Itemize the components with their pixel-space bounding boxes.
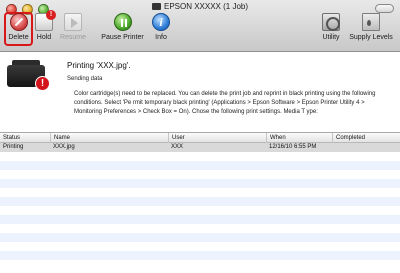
empty-row (0, 188, 400, 197)
utility-button[interactable]: Utility (318, 13, 344, 42)
utility-label: Utility (322, 34, 340, 41)
empty-row (0, 179, 400, 188)
cell-name: XXX.jpg (53, 144, 75, 150)
current-job-panel: ! Printing 'XXX.jpg'. Sending data Color… (0, 52, 400, 132)
column-header-when[interactable]: When (266, 133, 332, 143)
cell-status: Printing (3, 144, 24, 150)
delete-icon (9, 13, 28, 31)
empty-row (0, 152, 400, 161)
table-row[interactable]: Printing XXX.jpg XXX 12/16/10 6:55 PM (0, 143, 400, 152)
title-toolbar: EPSON XXXXX (1 Job) Delete ! Hold Resume… (0, 0, 400, 52)
supply-levels-icon (362, 13, 380, 31)
pause-printer-button[interactable]: Pause Printer (100, 13, 145, 42)
empty-row (0, 251, 400, 260)
empty-row (0, 233, 400, 242)
hold-button[interactable]: ! Hold (33, 10, 56, 42)
job-list-table: Status Name User When Completed Printing… (0, 132, 400, 273)
table-header: Status Name User When Completed (0, 133, 400, 143)
resume-button[interactable]: Resume (57, 13, 89, 42)
empty-row (0, 242, 400, 251)
empty-row (0, 206, 400, 215)
hold-icon: ! (35, 10, 56, 31)
resume-label: Resume (59, 34, 87, 41)
column-header-name[interactable]: Name (50, 133, 168, 143)
job-status: Sending data (67, 76, 103, 82)
cell-completed (332, 143, 400, 152)
job-error-message: Color cartridge(s) need to be replaced. … (74, 91, 376, 116)
info-button[interactable]: i Info (150, 13, 172, 42)
pause-label: Pause Printer (101, 34, 144, 41)
empty-row (0, 170, 400, 179)
empty-row (0, 215, 400, 224)
column-header-user[interactable]: User (168, 133, 266, 143)
printer-icon: ! (7, 59, 50, 93)
empty-row (0, 161, 400, 170)
cell-when: 12/16/10 6:55 PM (269, 144, 317, 150)
window-title-bar: EPSON XXXXX (1 Job) (0, 1, 400, 13)
window-title: EPSON XXXXX (1 Job) (163, 2, 249, 11)
hold-label: Hold (36, 34, 52, 41)
column-header-status[interactable]: Status (0, 133, 50, 143)
supply-levels-button[interactable]: Supply Levels (346, 13, 396, 42)
alert-icon: ! (35, 76, 50, 91)
table-body: Printing XXX.jpg XXX 12/16/10 6:55 PM (0, 143, 400, 273)
empty-row (0, 260, 400, 269)
empty-row (0, 224, 400, 233)
delete-button[interactable]: Delete (4, 13, 33, 42)
job-title: Printing 'XXX.jpg'. (67, 61, 131, 70)
delete-label: Delete (8, 34, 29, 41)
cell-user: XXX (171, 144, 184, 150)
printer-mini-icon (151, 3, 161, 10)
info-label: Info (155, 34, 167, 41)
printer-queue-window: EPSON XXXXX (1 Job) Delete ! Hold Resume… (0, 0, 400, 273)
pause-icon (113, 13, 132, 31)
utility-icon (322, 13, 340, 31)
supply-levels-label: Supply Levels (349, 34, 393, 41)
empty-row (0, 197, 400, 206)
column-header-completed[interactable]: Completed (332, 133, 400, 143)
resume-icon (64, 13, 82, 31)
info-icon: i (152, 13, 170, 31)
